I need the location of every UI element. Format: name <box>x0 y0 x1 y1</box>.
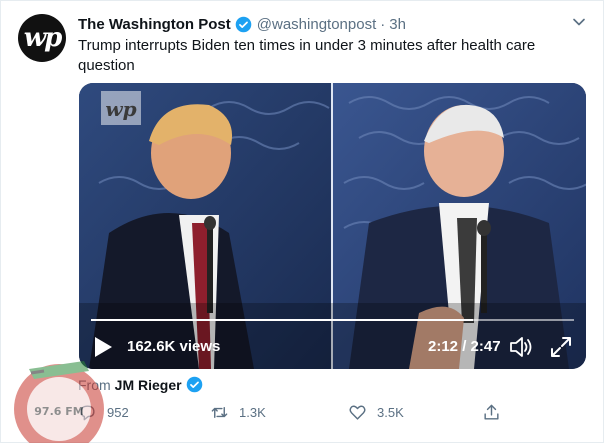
radio-station-watermark: 97.6 FM <box>14 361 104 443</box>
watermark-label: 97.6 FM <box>34 405 83 418</box>
attribution-source-name[interactable]: JM Rieger <box>115 377 182 393</box>
avatar-logo-text: wp <box>23 23 63 53</box>
video-progress-bar[interactable] <box>91 319 574 321</box>
chevron-down-icon[interactable] <box>569 12 589 32</box>
like-count: 3.5K <box>377 405 404 420</box>
video-view-count: 162.6K views <box>127 338 221 355</box>
avatar[interactable]: wp <box>18 14 66 62</box>
verified-badge-icon <box>186 376 202 393</box>
verified-badge-icon <box>235 16 252 32</box>
author-name[interactable]: The Washington Post <box>78 16 231 33</box>
heart-icon <box>349 405 366 420</box>
video-player[interactable]: wp 162.6K views 2:12 / 2:47 <box>79 83 586 369</box>
tweet-timestamp[interactable]: 3h <box>389 16 406 33</box>
header-separator: · <box>380 15 386 33</box>
like-button[interactable]: 3.5K <box>348 403 404 422</box>
tweet-header: The Washington Post @washingtonpost · 3h <box>78 14 406 34</box>
retweet-button[interactable]: 1.3K <box>210 403 266 422</box>
share-icon <box>484 404 499 420</box>
tweet-actions: 952 1.3K 3.5K <box>78 403 518 425</box>
volume-icon[interactable] <box>509 336 533 358</box>
retweet-icon <box>211 407 228 418</box>
video-progress-fill <box>91 319 473 321</box>
video-duration: 2:12 / 2:47 <box>428 338 501 355</box>
video-frame: wp <box>79 83 586 369</box>
retweet-count: 1.3K <box>239 405 266 420</box>
author-handle[interactable]: @washingtonpost <box>257 16 376 33</box>
share-button[interactable] <box>482 403 511 422</box>
tweet-text: Trump interrupts Biden ten times in unde… <box>78 37 536 74</box>
fullscreen-icon[interactable] <box>549 335 573 359</box>
tweet-card[interactable]: wp The Washington Post @washingtonpost ·… <box>0 0 604 443</box>
video-logo-overlay: wp <box>105 97 136 121</box>
